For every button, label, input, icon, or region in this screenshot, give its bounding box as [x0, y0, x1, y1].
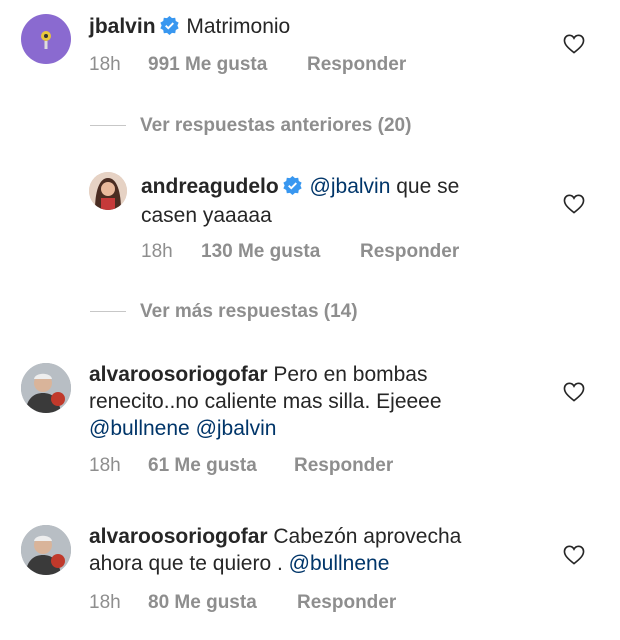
- comment-body-line2: casen yaaaaa: [141, 204, 272, 227]
- verified-badge-icon: [159, 15, 179, 42]
- mention-link[interactable]: @bullnene: [89, 417, 190, 440]
- comment-text: alvaroosoriogofar Cabezón aprovecha ahor…: [89, 523, 549, 577]
- timestamp: 18h: [141, 241, 173, 262]
- avatar[interactable]: [21, 14, 71, 64]
- divider-line: [90, 311, 126, 313]
- comment-text: jbalvin Matrimonio: [89, 13, 529, 42]
- avatar-photo-icon: [21, 363, 71, 413]
- likes-count[interactable]: 991 Me gusta: [148, 54, 267, 76]
- comment-body: Cabezón aprovecha: [267, 525, 462, 548]
- likes-count[interactable]: 130 Me gusta: [201, 241, 320, 263]
- comment-text: andreagudelo @jbalvin que se casen yaaaa…: [141, 173, 541, 229]
- comment-body: Pero en bombas: [267, 363, 428, 386]
- comment-body: Matrimonio: [186, 15, 291, 38]
- avatar[interactable]: [21, 363, 71, 413]
- mention-link[interactable]: @jbalvin: [310, 175, 391, 198]
- view-more-label: Ver más respuestas (14): [140, 301, 358, 322]
- username[interactable]: alvaroosoriogofar: [89, 363, 268, 386]
- reply-button[interactable]: Responder: [307, 54, 406, 76]
- heart-icon[interactable]: [563, 545, 585, 565]
- heart-icon[interactable]: [563, 194, 585, 214]
- comment-body-line2: ahora que te quiero .: [89, 552, 289, 575]
- comment-body: que se: [390, 175, 460, 198]
- username[interactable]: jbalvin: [89, 15, 156, 38]
- avatar-logo-icon: [41, 31, 51, 49]
- likes-count[interactable]: 80 Me gusta: [148, 592, 257, 614]
- reply-button[interactable]: Responder: [294, 455, 393, 477]
- avatar[interactable]: [89, 172, 127, 210]
- comment-text: alvaroosoriogofar Pero en bombas renecit…: [89, 361, 549, 442]
- reply-button[interactable]: Responder: [297, 592, 396, 614]
- heart-icon[interactable]: [563, 382, 585, 402]
- view-previous-label: Ver respuestas anteriores (20): [140, 115, 412, 136]
- heart-icon[interactable]: [563, 34, 585, 54]
- mention-link[interactable]: @bullnene: [289, 552, 390, 575]
- view-more-replies[interactable]: Ver más respuestas (14): [90, 301, 358, 323]
- username[interactable]: andreagudelo: [141, 175, 279, 198]
- view-previous-replies[interactable]: Ver respuestas anteriores (20): [90, 115, 411, 137]
- timestamp: 18h: [89, 592, 121, 613]
- verified-badge-icon: [283, 175, 302, 202]
- comment-body-line2: renecito..no caliente mas silla. Ejeeee: [89, 390, 442, 413]
- avatar-photo-icon: [21, 525, 71, 575]
- avatar-photo-icon: [89, 172, 127, 210]
- divider-line: [90, 125, 126, 127]
- timestamp: 18h: [89, 54, 121, 75]
- mention-link[interactable]: @jbalvin: [196, 417, 277, 440]
- avatar[interactable]: [21, 525, 71, 575]
- likes-count[interactable]: 61 Me gusta: [148, 455, 257, 477]
- username[interactable]: alvaroosoriogofar: [89, 525, 268, 548]
- reply-button[interactable]: Responder: [360, 241, 459, 263]
- timestamp: 18h: [89, 455, 121, 476]
